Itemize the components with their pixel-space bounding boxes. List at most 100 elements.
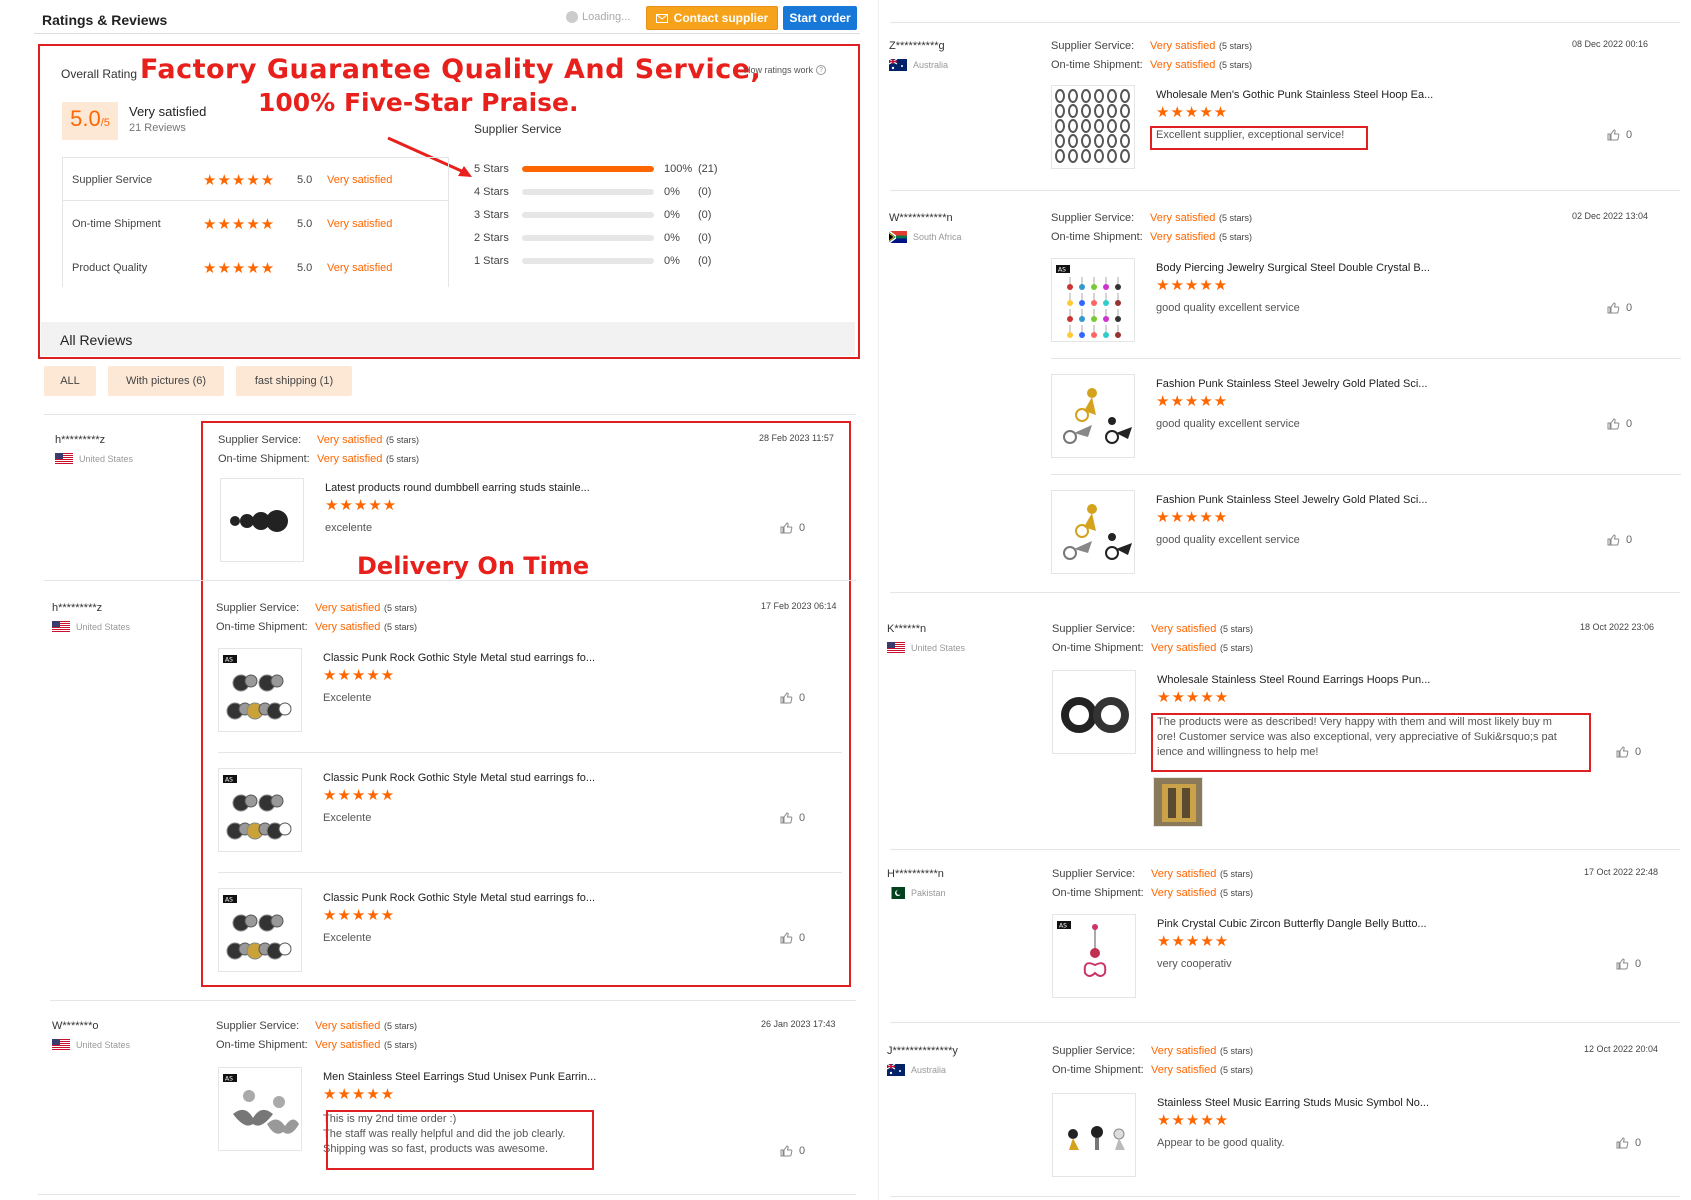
review-date: 28 Feb 2023 11:57 [759, 433, 834, 443]
satisfaction-value: Very satisfied [1151, 1045, 1217, 1057]
ontime-shipment-label: On-time Shipment: [1052, 642, 1144, 654]
like-button[interactable]: 0 [780, 522, 805, 534]
loading-indicator: Loading... [566, 11, 630, 23]
header-divider [34, 33, 860, 34]
product-thumbnail[interactable]: AS [218, 648, 302, 732]
contact-supplier-button[interactable]: Contact supplier [646, 6, 778, 30]
distribution-bar [522, 166, 654, 172]
filter-pictures-button[interactable]: With pictures (6) [108, 366, 224, 396]
product-title-link[interactable]: Fashion Punk Stainless Steel Jewelry Gol… [1156, 378, 1427, 390]
product-title-link[interactable]: Men Stainless Steel Earrings Stud Unisex… [323, 1071, 596, 1083]
distribution-row: 4 Stars 0% (0) [474, 183, 728, 201]
product-thumbnail[interactable]: AS [218, 1067, 302, 1151]
like-button[interactable]: 0 [1607, 534, 1632, 546]
distribution-row: 1 Stars 0% (0) [474, 252, 728, 270]
distribution-count: (0) [698, 186, 712, 198]
like-button[interactable]: 0 [1616, 958, 1641, 970]
review-divider [38, 1194, 856, 1195]
category-value: 5.0 [297, 173, 313, 186]
review-photo[interactable] [1153, 777, 1203, 827]
satisfaction-value: Very satisfied [315, 1020, 381, 1032]
thumbs-up-icon [780, 932, 793, 944]
like-count: 0 [799, 522, 806, 534]
satisfaction-value: Very satisfied [1151, 642, 1217, 654]
satisfaction-stars-text: (5 stars) [384, 1021, 418, 1031]
item-divider [1051, 474, 1681, 475]
product-thumbnail[interactable] [1051, 85, 1135, 169]
product-title-link[interactable]: Classic Punk Rock Gothic Style Metal stu… [323, 892, 595, 904]
product-title-link[interactable]: Wholesale Stainless Steel Round Earrings… [1157, 674, 1430, 686]
review-divider [890, 1022, 1680, 1023]
product-thumbnail[interactable] [1051, 490, 1135, 574]
like-count: 0 [1626, 129, 1633, 141]
product-title-link[interactable]: Latest products round dumbbell earring s… [325, 482, 590, 494]
thumbs-up-icon [1607, 302, 1620, 314]
product-thumbnail[interactable]: AS [1052, 914, 1136, 998]
filter-fast-shipping-button[interactable]: fast shipping (1) [236, 366, 352, 396]
how-ratings-work-link[interactable]: How ratings work ? [744, 65, 827, 75]
review-text: Excelente [323, 932, 372, 944]
distribution-bar [522, 258, 654, 264]
svg-text:AS: AS [225, 777, 233, 784]
product-thumbnail[interactable] [1052, 670, 1136, 754]
category-name: Product Quality [72, 261, 148, 274]
reviewer-country: Australia [889, 59, 948, 71]
supplier-service-label: Supplier Service: [1051, 212, 1135, 224]
satisfaction-value: Very satisfied [1150, 40, 1216, 52]
category-stars: ★★★★★ [203, 215, 276, 233]
country-name: United States [76, 1040, 131, 1050]
distribution-percent: 0% [664, 255, 680, 267]
satisfaction-value: Very satisfied [1150, 59, 1216, 71]
review-divider [44, 580, 856, 581]
start-order-button[interactable]: Start order [783, 6, 857, 30]
like-button[interactable]: 0 [1616, 1137, 1641, 1149]
product-title-link[interactable]: Wholesale Men's Gothic Punk Stainless St… [1156, 89, 1433, 101]
supplier-service-label: Supplier Service: [1052, 623, 1136, 635]
like-button[interactable]: 0 [780, 812, 805, 824]
satisfaction-value: Very satisfied [315, 621, 381, 633]
like-button[interactable]: 0 [1607, 129, 1632, 141]
table-divider [62, 200, 448, 201]
mail-icon [655, 13, 668, 23]
product-title-link[interactable]: Fashion Punk Stainless Steel Jewelry Gol… [1156, 494, 1427, 506]
distribution-percent: 0% [664, 186, 680, 198]
supplier-service-label: Supplier Service: [1052, 1045, 1136, 1057]
overall-score-suffix: /5 [100, 117, 110, 129]
review-stars: ★★★★★ [1157, 933, 1230, 950]
like-button[interactable]: 0 [780, 692, 805, 704]
distribution-count: (0) [698, 232, 712, 244]
reviewer-name: Z**********g [889, 40, 945, 52]
like-button[interactable]: 0 [780, 1145, 805, 1157]
product-title-link[interactable]: Body Piercing Jewelry Surgical Steel Dou… [1156, 262, 1430, 274]
product-thumbnail[interactable] [220, 478, 304, 562]
review-text: excelente [325, 522, 373, 534]
product-thumbnail[interactable] [1051, 374, 1135, 458]
country-name: United States [79, 454, 134, 464]
product-title-link[interactable]: Classic Punk Rock Gothic Style Metal stu… [323, 772, 595, 784]
product-title-link[interactable]: Pink Crystal Cubic Zircon Butterfly Dang… [1157, 918, 1427, 930]
product-thumbnail[interactable] [1052, 1093, 1136, 1177]
like-button[interactable]: 0 [1607, 418, 1632, 430]
product-thumbnail[interactable]: AS [218, 888, 302, 972]
product-title-link[interactable]: Classic Punk Rock Gothic Style Metal stu… [323, 652, 595, 664]
distribution-count: (0) [698, 209, 712, 221]
product-title-link[interactable]: Stainless Steel Music Earring Studs Musi… [1157, 1097, 1429, 1109]
review-stars: ★★★★★ [1156, 277, 1229, 294]
thumbs-up-icon [1607, 418, 1620, 430]
thumbs-up-icon [1616, 746, 1629, 758]
product-thumbnail[interactable]: AS [1051, 258, 1135, 342]
distribution-bar-fill [522, 166, 654, 172]
thumbs-up-icon [780, 692, 793, 704]
review-divider [890, 1196, 1680, 1197]
review-text: very cooperativ [1157, 958, 1232, 970]
distribution-percent: 0% [664, 209, 680, 221]
like-button[interactable]: 0 [1616, 746, 1641, 758]
category-verdict: Very satisfied [327, 261, 393, 274]
like-button[interactable]: 0 [1607, 302, 1632, 314]
filter-all-button[interactable]: ALL [44, 366, 96, 396]
distribution-row: 2 Stars 0% (0) [474, 229, 728, 247]
product-thumbnail[interactable]: AS [218, 768, 302, 852]
satisfaction-stars-text: (5 stars) [386, 454, 420, 464]
satisfaction-value: Very satisfied [1150, 212, 1216, 224]
like-button[interactable]: 0 [780, 932, 805, 944]
